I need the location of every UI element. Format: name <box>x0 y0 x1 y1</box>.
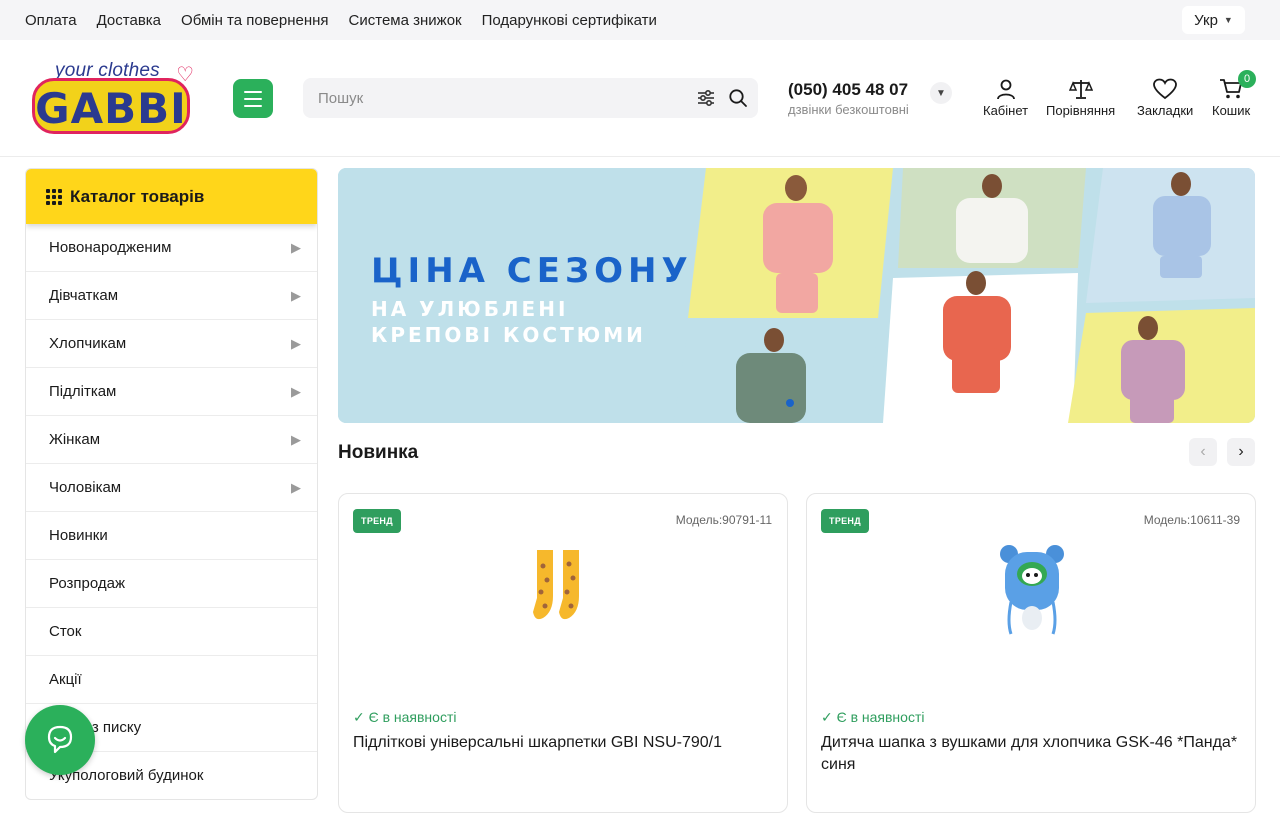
grid-icon <box>46 188 62 205</box>
product-name[interactable]: Дитяча шапка з вушками для хлопчика GSK-… <box>821 732 1241 776</box>
compare-label: Порівняння <box>1046 103 1116 118</box>
cabinet-label: Кабінет <box>983 103 1029 118</box>
catalog-item-stock[interactable]: Сток <box>26 608 317 656</box>
carousel-dot[interactable] <box>786 399 794 407</box>
catalog-item-boys[interactable]: Хлопчикам ▶ <box>26 320 317 368</box>
banner-subtitle: НА УЛЮБЛЕНІ КРЕПОВІ КОСТЮМИ <box>371 296 646 348</box>
hamburger-icon <box>244 90 262 93</box>
catalog-item-men[interactable]: Чоловікам ▶ <box>26 464 317 512</box>
compare-link[interactable]: Порівняння <box>1046 78 1115 118</box>
catalog-title: Каталог товарів <box>70 186 205 206</box>
caret-right-icon: ▶ <box>291 432 301 447</box>
product-image-socks[interactable] <box>529 546 589 626</box>
prev-arrow-button[interactable]: ‹ <box>1189 438 1217 466</box>
language-label: Укр <box>1194 11 1218 29</box>
caret-right-icon: ▶ <box>291 480 301 495</box>
logo[interactable]: your clothes ♡ GABBI <box>32 60 194 136</box>
catalog-item-new[interactable]: Новинки <box>26 512 317 560</box>
nav-link-discounts[interactable]: Система знижок <box>349 12 462 29</box>
promo-banner[interactable]: ЦІНА СЕЗОНУ НА УЛЮБЛЕНІ КРЕПОВІ КОСТЮМИ <box>338 168 1255 423</box>
scales-icon <box>1068 80 1093 99</box>
catalog-item-label: Хлопчикам <box>49 335 127 352</box>
logo-brand-badge: GABBI <box>32 78 190 134</box>
catalog-item-women[interactable]: Жінкам ▶ <box>26 416 317 464</box>
heart-outline-icon <box>1153 78 1178 100</box>
product-card[interactable]: ТРЕНД Модель:10611-39 ✓ Є в наявності Ди… <box>806 493 1256 813</box>
phone-subtitle: дзвінки безкоштовні <box>788 102 909 117</box>
caret-right-icon: ▶ <box>291 288 301 303</box>
hamburger-line <box>244 97 262 100</box>
catalog-item-label: Новинки <box>49 527 108 544</box>
user-icon <box>996 79 1015 100</box>
banner-headline: ЦІНА СЕЗОНУ <box>371 251 693 291</box>
logo-brand: GABBI <box>35 84 187 133</box>
catalog-item-newborns[interactable]: Новонародженим ▶ <box>26 224 317 272</box>
top-nav: Оплата Доставка Обмін та повернення Сист… <box>25 12 677 29</box>
phone-block[interactable]: (050) 405 48 07 дзвінки безкоштовні <box>788 80 909 117</box>
catalog-item-label: Жінкам <box>49 431 101 448</box>
in-stock-label: ✓ Є в наявності <box>353 709 457 725</box>
nav-link-returns[interactable]: Обмін та повернення <box>181 12 329 29</box>
bookmarks-link[interactable]: Закладки <box>1137 78 1193 118</box>
product-model: Модель:10611-39 <box>1143 513 1240 527</box>
catalog-item-sale[interactable]: Розпродаж <box>26 560 317 608</box>
bookmarks-label: Закладки <box>1137 103 1194 118</box>
search-icon[interactable] <box>728 88 748 108</box>
search-input[interactable] <box>303 78 683 118</box>
catalog-item-label: Підліткам <box>49 383 117 400</box>
catalog-item-girls[interactable]: Дівчаткам ▶ <box>26 272 317 320</box>
product-name[interactable]: Підліткові універсальні шкарпетки GBI NS… <box>353 732 773 754</box>
chat-button[interactable] <box>25 705 95 775</box>
cart-label: Кошик <box>1212 103 1251 118</box>
cart-count-badge: 0 <box>1238 70 1256 88</box>
catalog-item-label: Чоловікам <box>49 479 122 496</box>
product-card[interactable]: ТРЕНД Модель:90791-11 ✓ Є в наявності Пі… <box>338 493 788 813</box>
nav-link-gift-cards[interactable]: Подарункові сертифікати <box>482 12 657 29</box>
nav-link-delivery[interactable]: Доставка <box>97 12 161 29</box>
caret-right-icon: ▶ <box>291 240 301 255</box>
top-bar: Оплата Доставка Обмін та повернення Сист… <box>0 0 1280 40</box>
catalog-item-label: Новонародженим <box>49 239 172 256</box>
language-select[interactable]: Укр ▼ <box>1182 6 1245 34</box>
catalog-item-label: Акції <box>49 671 82 688</box>
catalog-item-label: Розпродаж <box>49 575 126 592</box>
catalog-item-label: Сток <box>49 623 82 640</box>
chat-bubble-icon <box>47 725 73 754</box>
caret-right-icon: ▶ <box>291 384 301 399</box>
banner-subtitle-line2: КРЕПОВІ КОСТЮМИ <box>371 323 646 347</box>
trend-badge: ТРЕНД <box>353 509 401 533</box>
product-model: Модель:90791-11 <box>675 513 772 527</box>
catalog-header[interactable]: Каталог товарів <box>26 169 317 224</box>
in-stock-label: ✓ Є в наявності <box>821 709 925 725</box>
menu-button[interactable] <box>233 79 273 118</box>
chevron-down-icon: ▼ <box>1223 15 1233 25</box>
catalog-item-label: Дівчаткам <box>49 287 119 304</box>
phone-dropdown-chevron-icon[interactable]: ▼ <box>930 82 952 104</box>
phone-number[interactable]: (050) 405 48 07 <box>788 80 909 100</box>
hamburger-line <box>244 104 262 107</box>
product-image-hat[interactable] <box>997 542 1067 638</box>
catalog-item-teens[interactable]: Підліткам ▶ <box>26 368 317 416</box>
search-box <box>303 78 758 118</box>
caret-right-icon: ▶ <box>291 336 301 351</box>
nav-link-payment[interactable]: Оплата <box>25 12 77 29</box>
trend-badge: ТРЕНД <box>821 509 869 533</box>
cabinet-link[interactable]: Кабінет <box>983 78 1028 118</box>
next-arrow-button[interactable]: › <box>1227 438 1255 466</box>
section-title: Новинка <box>338 442 419 463</box>
filter-icon[interactable] <box>697 89 715 107</box>
catalog-item-promotions[interactable]: Акції <box>26 656 317 704</box>
banner-subtitle-line1: НА УЛЮБЛЕНІ <box>371 297 569 321</box>
